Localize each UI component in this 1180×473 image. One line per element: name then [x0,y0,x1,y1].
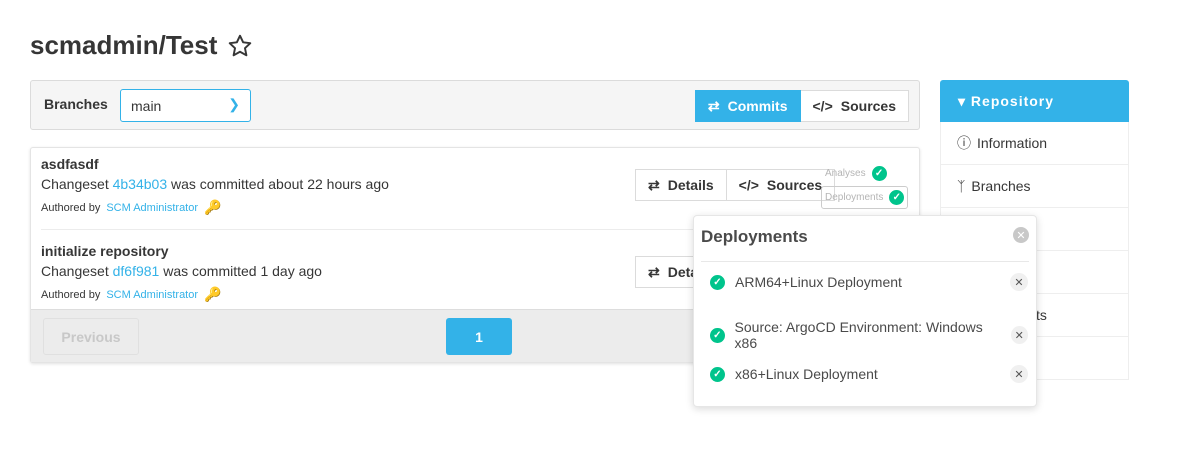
author-link[interactable]: SCM Administrator [106,202,198,214]
commit-time: 1 day ago [260,263,322,279]
key-icon: 🔑 [204,199,222,215]
exchange-icon: ⇄ [707,97,720,114]
check-circle-icon: ✓ [889,190,905,205]
close-icon[interactable]: ✕ [1013,227,1029,243]
check-circle-icon: ✓ [710,274,725,290]
chevron-down-icon: ❯ [228,96,240,112]
check-circle-icon: ✓ [871,166,887,181]
divider [701,261,1029,262]
details-label: Details [667,177,714,193]
sources-label: Sources [840,98,896,114]
code-icon: </> [812,98,833,114]
info-circle-icon: ⓘ [957,135,971,151]
commits-label: Commits [727,98,788,114]
changeset-prefix: Changeset [41,263,109,279]
deployment-item: ✓ Source: ArgoCD Environment: Windows x86… [710,319,1028,351]
commit-time: about 22 hours ago [268,176,389,192]
sidebar-header-label: Repository [970,93,1055,109]
sources-button[interactable]: </> Sources [726,169,836,201]
details-button[interactable]: ⇄ Details [635,169,727,201]
authored-by-label: Authored by [41,288,101,301]
page-1-button[interactable]: 1 [446,318,512,355]
commits-button[interactable]: ⇄ Commits [694,90,801,122]
page-title: scmadmin/Test [30,30,253,61]
deployment-name: Source: ArgoCD Environment: Windows x86 [734,319,983,351]
changeset-id-link[interactable]: df6f981 [113,263,160,279]
remove-icon[interactable]: ✕ [1010,365,1028,383]
changeset-row: asdfasdf Changeset 4b34b03 was committed… [41,156,389,216]
check-circle-icon: ✓ [710,327,725,343]
key-icon: 🔑 [204,286,222,302]
deployments-label: Deployments [825,192,884,203]
previous-button[interactable]: Previous [43,318,139,355]
deployments-popover: Deployments ✕ ✓ ARM64+Linux Deployment ✕ ✓… [693,215,1037,407]
deployments-status[interactable]: Deployments ✓ [821,186,909,209]
branches-label: Branches [44,96,108,112]
remove-icon[interactable]: ✕ [1010,273,1028,291]
commit-title: asdfasdf [41,156,99,172]
committed-text: was committed [163,263,257,279]
code-branch-icon: ᛉ [957,178,966,194]
check-circle-icon: ✓ [710,366,725,382]
repo-name: scmadmin/Test [30,30,218,60]
analyses-label: Analyses [825,168,866,179]
changeset-id-link[interactable]: 4b34b03 [113,176,168,192]
deployment-item: ✓ x86+Linux Deployment ✕ [710,365,1028,383]
deployment-name: x86+Linux Deployment [735,366,878,382]
remove-icon[interactable]: ✕ [1010,326,1028,344]
deployment-name: ARM64+Linux Deployment [735,274,902,290]
analyses-status[interactable]: Analyses ✓ [825,166,887,181]
committed-text: was committed [171,176,265,192]
authored-by-label: Authored by [41,201,101,214]
sidebar-header[interactable]: ▾ Repository [940,80,1129,122]
sources-button[interactable]: </> Sources [800,90,909,122]
sidebar-item-label: Branches [971,178,1031,194]
sidebar-item-information[interactable]: ⓘ Information [940,122,1129,165]
commit-title: initialize repository [41,243,169,259]
sidebar-item-label: Information [977,135,1048,151]
sources-label: Sources [766,177,823,193]
branch-value: main [131,98,162,114]
star-icon[interactable] [227,33,253,59]
branch-toolbar: Branches main ❯ ⇄ Commits </> Sources [30,80,920,130]
changeset-prefix: Changeset [41,176,109,192]
branch-select[interactable]: main ❯ [120,89,251,122]
author-link[interactable]: SCM Administrator [106,289,198,301]
sidebar-item-branches[interactable]: ᛉ Branches [940,165,1129,208]
code-icon: </> [738,177,759,193]
changeset-row: initialize repository Changeset df6f981 … [41,243,322,303]
deployment-item: ✓ ARM64+Linux Deployment ✕ [710,273,1028,291]
popover-title: Deployments [701,227,808,246]
exchange-icon: ⇄ [648,176,660,193]
exchange-icon: ⇄ [648,263,660,280]
